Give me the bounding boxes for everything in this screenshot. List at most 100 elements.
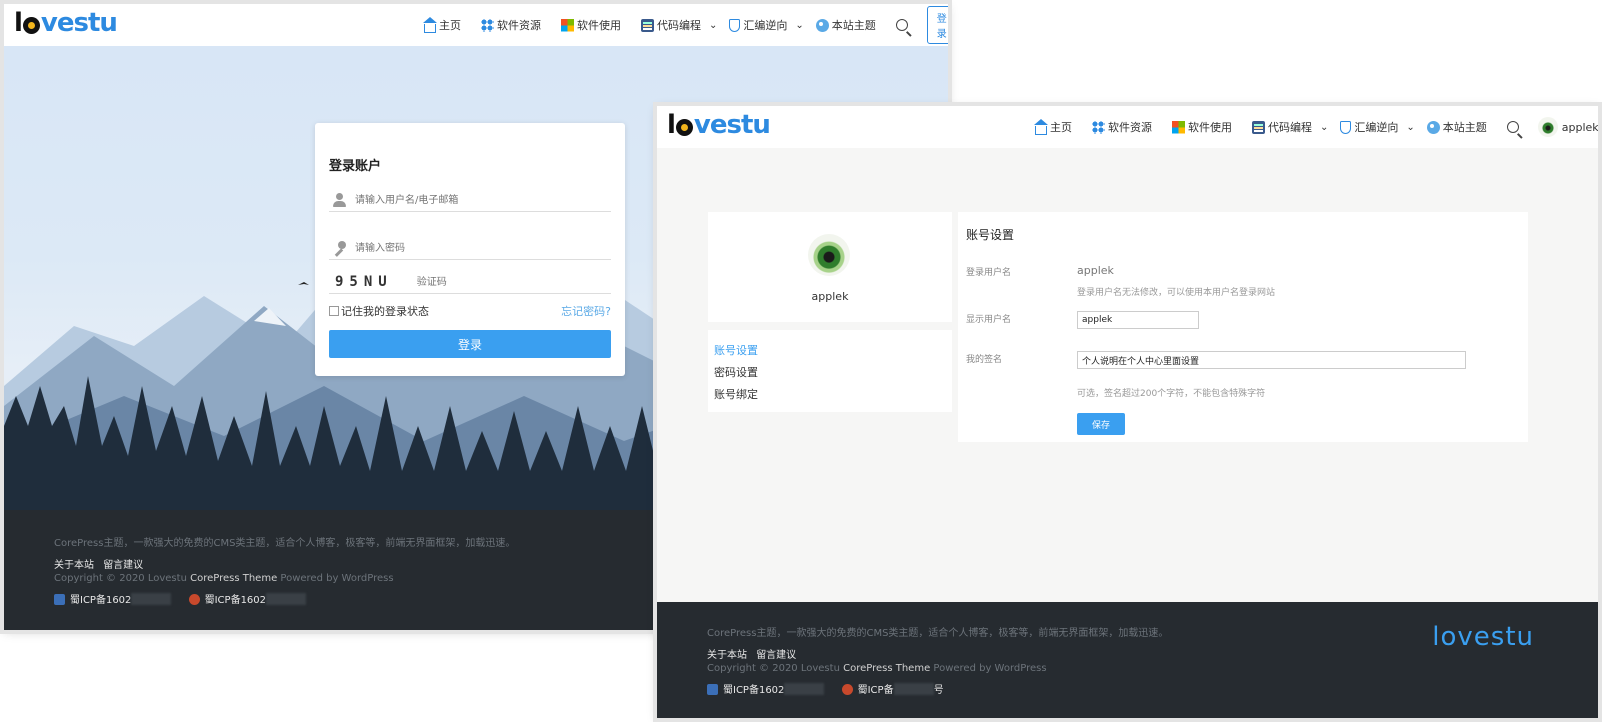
- footer-description: CorePress主题，一款强大的免费的CMS类主题，适合个人博客，极客等，前端…: [707, 628, 1169, 639]
- nav-item-home[interactable]: 主页: [423, 16, 461, 33]
- nav-item-reverse[interactable]: 汇编逆向 ⌄: [729, 17, 804, 33]
- display-name-input[interactable]: [1077, 311, 1199, 329]
- captcha-image[interactable]: 95NU: [335, 274, 393, 290]
- remember-me[interactable]: 记住我的登录状态: [329, 303, 429, 319]
- display-name-label: 显示用户名: [966, 315, 1012, 325]
- palette-icon: [1426, 120, 1440, 134]
- nav-item-software-usage[interactable]: 软件使用: [1172, 119, 1232, 135]
- nav-item-reverse[interactable]: 汇编逆向 ⌄: [1340, 119, 1415, 135]
- redacted-block: [893, 683, 934, 695]
- footer-link-about[interactable]: 关于本站: [707, 650, 747, 661]
- chevron-down-icon: ⌄: [709, 19, 718, 31]
- profile-username: applek: [811, 290, 849, 303]
- user-menu[interactable]: applek ⌄: [1537, 117, 1598, 137]
- search-button[interactable]: [895, 19, 911, 31]
- footer-icp: 蜀ICP备1602 蜀ICP备1602: [54, 591, 307, 606]
- login-username-value: applek: [1077, 264, 1114, 277]
- nav-item-software-resources[interactable]: 软件资源: [1092, 119, 1152, 135]
- key-icon: [333, 241, 347, 255]
- nav-item-code[interactable]: 代码编程 ⌄: [641, 17, 717, 33]
- header-login-button[interactable]: 登录: [926, 6, 948, 44]
- footer-copyright: Copyright © 2020 Lovestu CorePress Theme…: [707, 663, 1047, 674]
- login-title: 登录账户: [329, 159, 382, 174]
- redacted-block: [131, 593, 172, 605]
- footer-links: 关于本站 留言建议: [707, 646, 796, 661]
- nav-item-theme[interactable]: 本站主题: [1426, 119, 1487, 135]
- footer-icp: 蜀ICP备1602 蜀ICP备号: [707, 681, 944, 696]
- site-logo[interactable]: l vestu: [14, 8, 118, 38]
- home-icon: [423, 16, 437, 33]
- nav-item-code[interactable]: 代码编程 ⌄: [1252, 119, 1328, 135]
- password-field[interactable]: [329, 237, 611, 260]
- shield-badge-icon: [707, 684, 718, 695]
- menu-item-account-settings[interactable]: 账号设置: [714, 342, 758, 358]
- account-settings-form: 账号设置 登录用户名 applek 登录用户名无法修改，可以使用本用户名登录网站…: [958, 212, 1528, 442]
- login-submit-button[interactable]: 登录: [329, 330, 611, 358]
- forgot-password-link[interactable]: 忘记密码?: [561, 303, 611, 319]
- login-username-hint: 登录用户名无法修改，可以使用本用户名登录网站: [1077, 288, 1276, 298]
- nav-item-home[interactable]: 主页: [1034, 118, 1072, 135]
- police-badge-icon: [188, 594, 200, 605]
- signature-hint: 可选，签名超过200个字符，不能包含特殊字符: [1077, 389, 1266, 399]
- form-title: 账号设置: [966, 228, 1015, 242]
- search-icon: [1506, 121, 1519, 133]
- captcha-field[interactable]: 95NU: [329, 271, 611, 294]
- shield-icon: [1340, 120, 1352, 134]
- site-footer: CorePress主题，一款强大的免费的CMS类主题，适合个人博客，极客等，前端…: [657, 602, 1598, 718]
- code-icon: [1252, 120, 1265, 134]
- avatar: [1537, 117, 1558, 137]
- footer-link-feedback[interactable]: 留言建议: [756, 650, 796, 661]
- footer-link-feedback[interactable]: 留言建议: [103, 560, 143, 571]
- windows-icon: [1172, 120, 1185, 134]
- user-icon: [333, 193, 347, 207]
- palette-icon: [815, 18, 829, 32]
- password-input[interactable]: [353, 241, 597, 255]
- windows-icon: [561, 18, 574, 32]
- account-window: l vestu 主页 软件资源 软件使用 代码编程 ⌄ 汇编逆向 ⌄ 本站主题 app…: [657, 106, 1598, 718]
- footer-logo[interactable]: lovestu: [1432, 622, 1534, 652]
- shield-icon: [729, 18, 741, 32]
- username-field[interactable]: [329, 189, 611, 212]
- site-header: l vestu 主页 软件资源 软件使用 代码编程 ⌄ 汇编逆向 ⌄ 本站主题 app…: [657, 106, 1598, 148]
- signature-input[interactable]: [1077, 351, 1466, 369]
- nav-item-software-usage[interactable]: 软件使用: [561, 17, 621, 33]
- remember-checkbox[interactable]: [329, 306, 339, 316]
- site-header: l vestu 主页 软件资源 软件使用 代码编程 ⌄ 汇编逆向 ⌄ 本站主题 登录: [4, 4, 948, 46]
- shield-badge-icon: [54, 594, 65, 605]
- logo-dot-icon: [675, 118, 693, 136]
- site-logo[interactable]: l vestu: [667, 110, 771, 140]
- save-button[interactable]: 保存: [1077, 413, 1125, 435]
- grid-icon: [481, 18, 494, 32]
- main-nav: 主页 软件资源 软件使用 代码编程⌄ 汇编逆向⌄ 本站主题 applek ⌄: [1034, 106, 1598, 148]
- chevron-down-icon: ⌄: [1320, 121, 1329, 133]
- avatar[interactable]: [808, 234, 850, 276]
- redacted-block: [266, 593, 307, 605]
- footer-description: CorePress主题，一款强大的免费的CMS类主题，适合个人博客，极客等，前端…: [54, 538, 516, 549]
- home-icon: [1034, 118, 1048, 135]
- captcha-input[interactable]: [414, 275, 569, 289]
- logo-dot-icon: [22, 16, 40, 34]
- chevron-down-icon: ⌄: [1406, 121, 1415, 133]
- police-badge-icon: [841, 684, 853, 695]
- footer-copyright: Copyright © 2020 Lovestu CorePress Theme…: [54, 573, 394, 584]
- redacted-block: [784, 683, 825, 695]
- menu-item-password-settings[interactable]: 密码设置: [714, 364, 758, 380]
- footer-links: 关于本站 留言建议: [54, 556, 143, 571]
- search-button[interactable]: [1506, 121, 1522, 133]
- account-content: applek 账号设置 密码设置 账号绑定 账号设置 登录用户名 applek …: [657, 148, 1598, 602]
- main-nav: 主页 软件资源 软件使用 代码编程 ⌄ 汇编逆向 ⌄ 本站主题 登录: [423, 4, 948, 46]
- search-icon: [895, 19, 908, 31]
- nav-item-software-resources[interactable]: 软件资源: [481, 17, 541, 33]
- signature-label: 我的签名: [966, 355, 1003, 365]
- footer-link-about[interactable]: 关于本站: [54, 560, 94, 571]
- login-card: 登录账户 95NU 记住我的登录状态 忘记密码? 登录: [315, 123, 625, 376]
- account-menu: 账号设置 密码设置 账号绑定: [708, 330, 952, 412]
- login-username-label: 登录用户名: [966, 268, 1012, 278]
- chevron-down-icon: ⌄: [795, 19, 804, 31]
- grid-icon: [1092, 120, 1105, 134]
- profile-card: applek: [708, 212, 952, 322]
- code-icon: [641, 18, 654, 32]
- nav-item-theme[interactable]: 本站主题: [815, 17, 876, 33]
- menu-item-account-binding[interactable]: 账号绑定: [714, 386, 758, 402]
- username-input[interactable]: [353, 193, 597, 207]
